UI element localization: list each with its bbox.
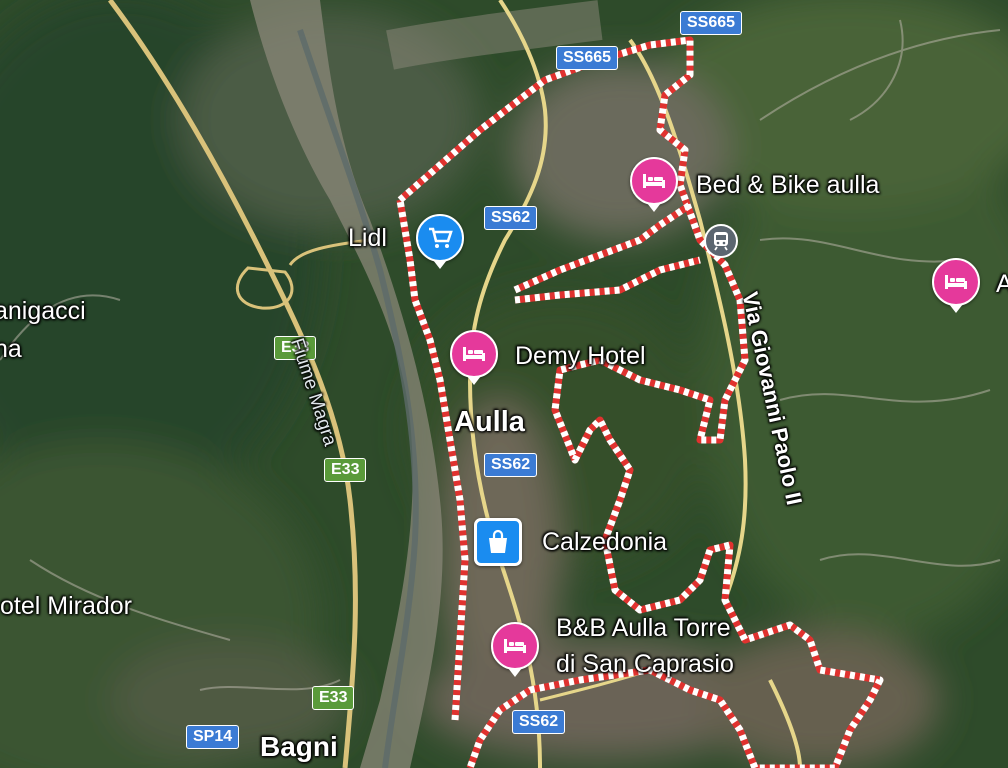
road-shield-ss62: SS62: [484, 206, 538, 230]
bb-torre-marker[interactable]: [491, 622, 539, 677]
right-edge-label[interactable]: A: [996, 272, 1008, 297]
bed-bike-label[interactable]: Bed & Bike aulla: [696, 173, 879, 198]
train-station-marker[interactable]: [704, 224, 738, 258]
train-station-icon: [714, 232, 728, 251]
hotel-marker-right-edge[interactable]: [932, 258, 980, 313]
calzedonia-label[interactable]: Calzedonia: [542, 530, 667, 555]
nigacci-label-line2: na: [0, 335, 22, 363]
road-shield-e33: E33: [324, 458, 367, 482]
shopping-bag-icon: [489, 529, 507, 553]
lidl-label[interactable]: Lidl: [348, 226, 387, 251]
nigacci-label-line1: anigacci: [0, 297, 86, 325]
bb-torre-label-line1[interactable]: B&B Aulla Torre: [556, 616, 731, 641]
bed-icon: [945, 275, 967, 289]
road-shield-sp14: SP14: [186, 725, 240, 749]
road-shield-ss665: SS665: [556, 46, 619, 70]
road-shield-ss62: SS62: [484, 453, 538, 477]
road-shield-ss62: SS62: [512, 710, 566, 734]
road-shield-ss665: SS665: [680, 11, 743, 35]
lidl-marker[interactable]: [416, 214, 464, 269]
hotel-mirador-label[interactable]: otel Mirador: [0, 594, 132, 619]
shopping-cart-icon: [429, 227, 453, 248]
demy-hotel-marker[interactable]: [450, 330, 498, 385]
demy-hotel-label[interactable]: Demy Hotel: [515, 344, 646, 369]
bed-icon: [504, 639, 526, 653]
bed-bike-hotel-marker[interactable]: [630, 157, 678, 212]
town-label-aulla: Aulla: [454, 406, 525, 438]
town-label-bagni: Bagni: [260, 731, 338, 762]
calzedonia-marker[interactable]: [474, 518, 522, 566]
bed-icon: [643, 174, 665, 188]
bed-icon: [463, 347, 485, 361]
bb-torre-label-line2[interactable]: di San Caprasio: [556, 652, 734, 677]
road-shield-e33: E33: [312, 686, 355, 710]
